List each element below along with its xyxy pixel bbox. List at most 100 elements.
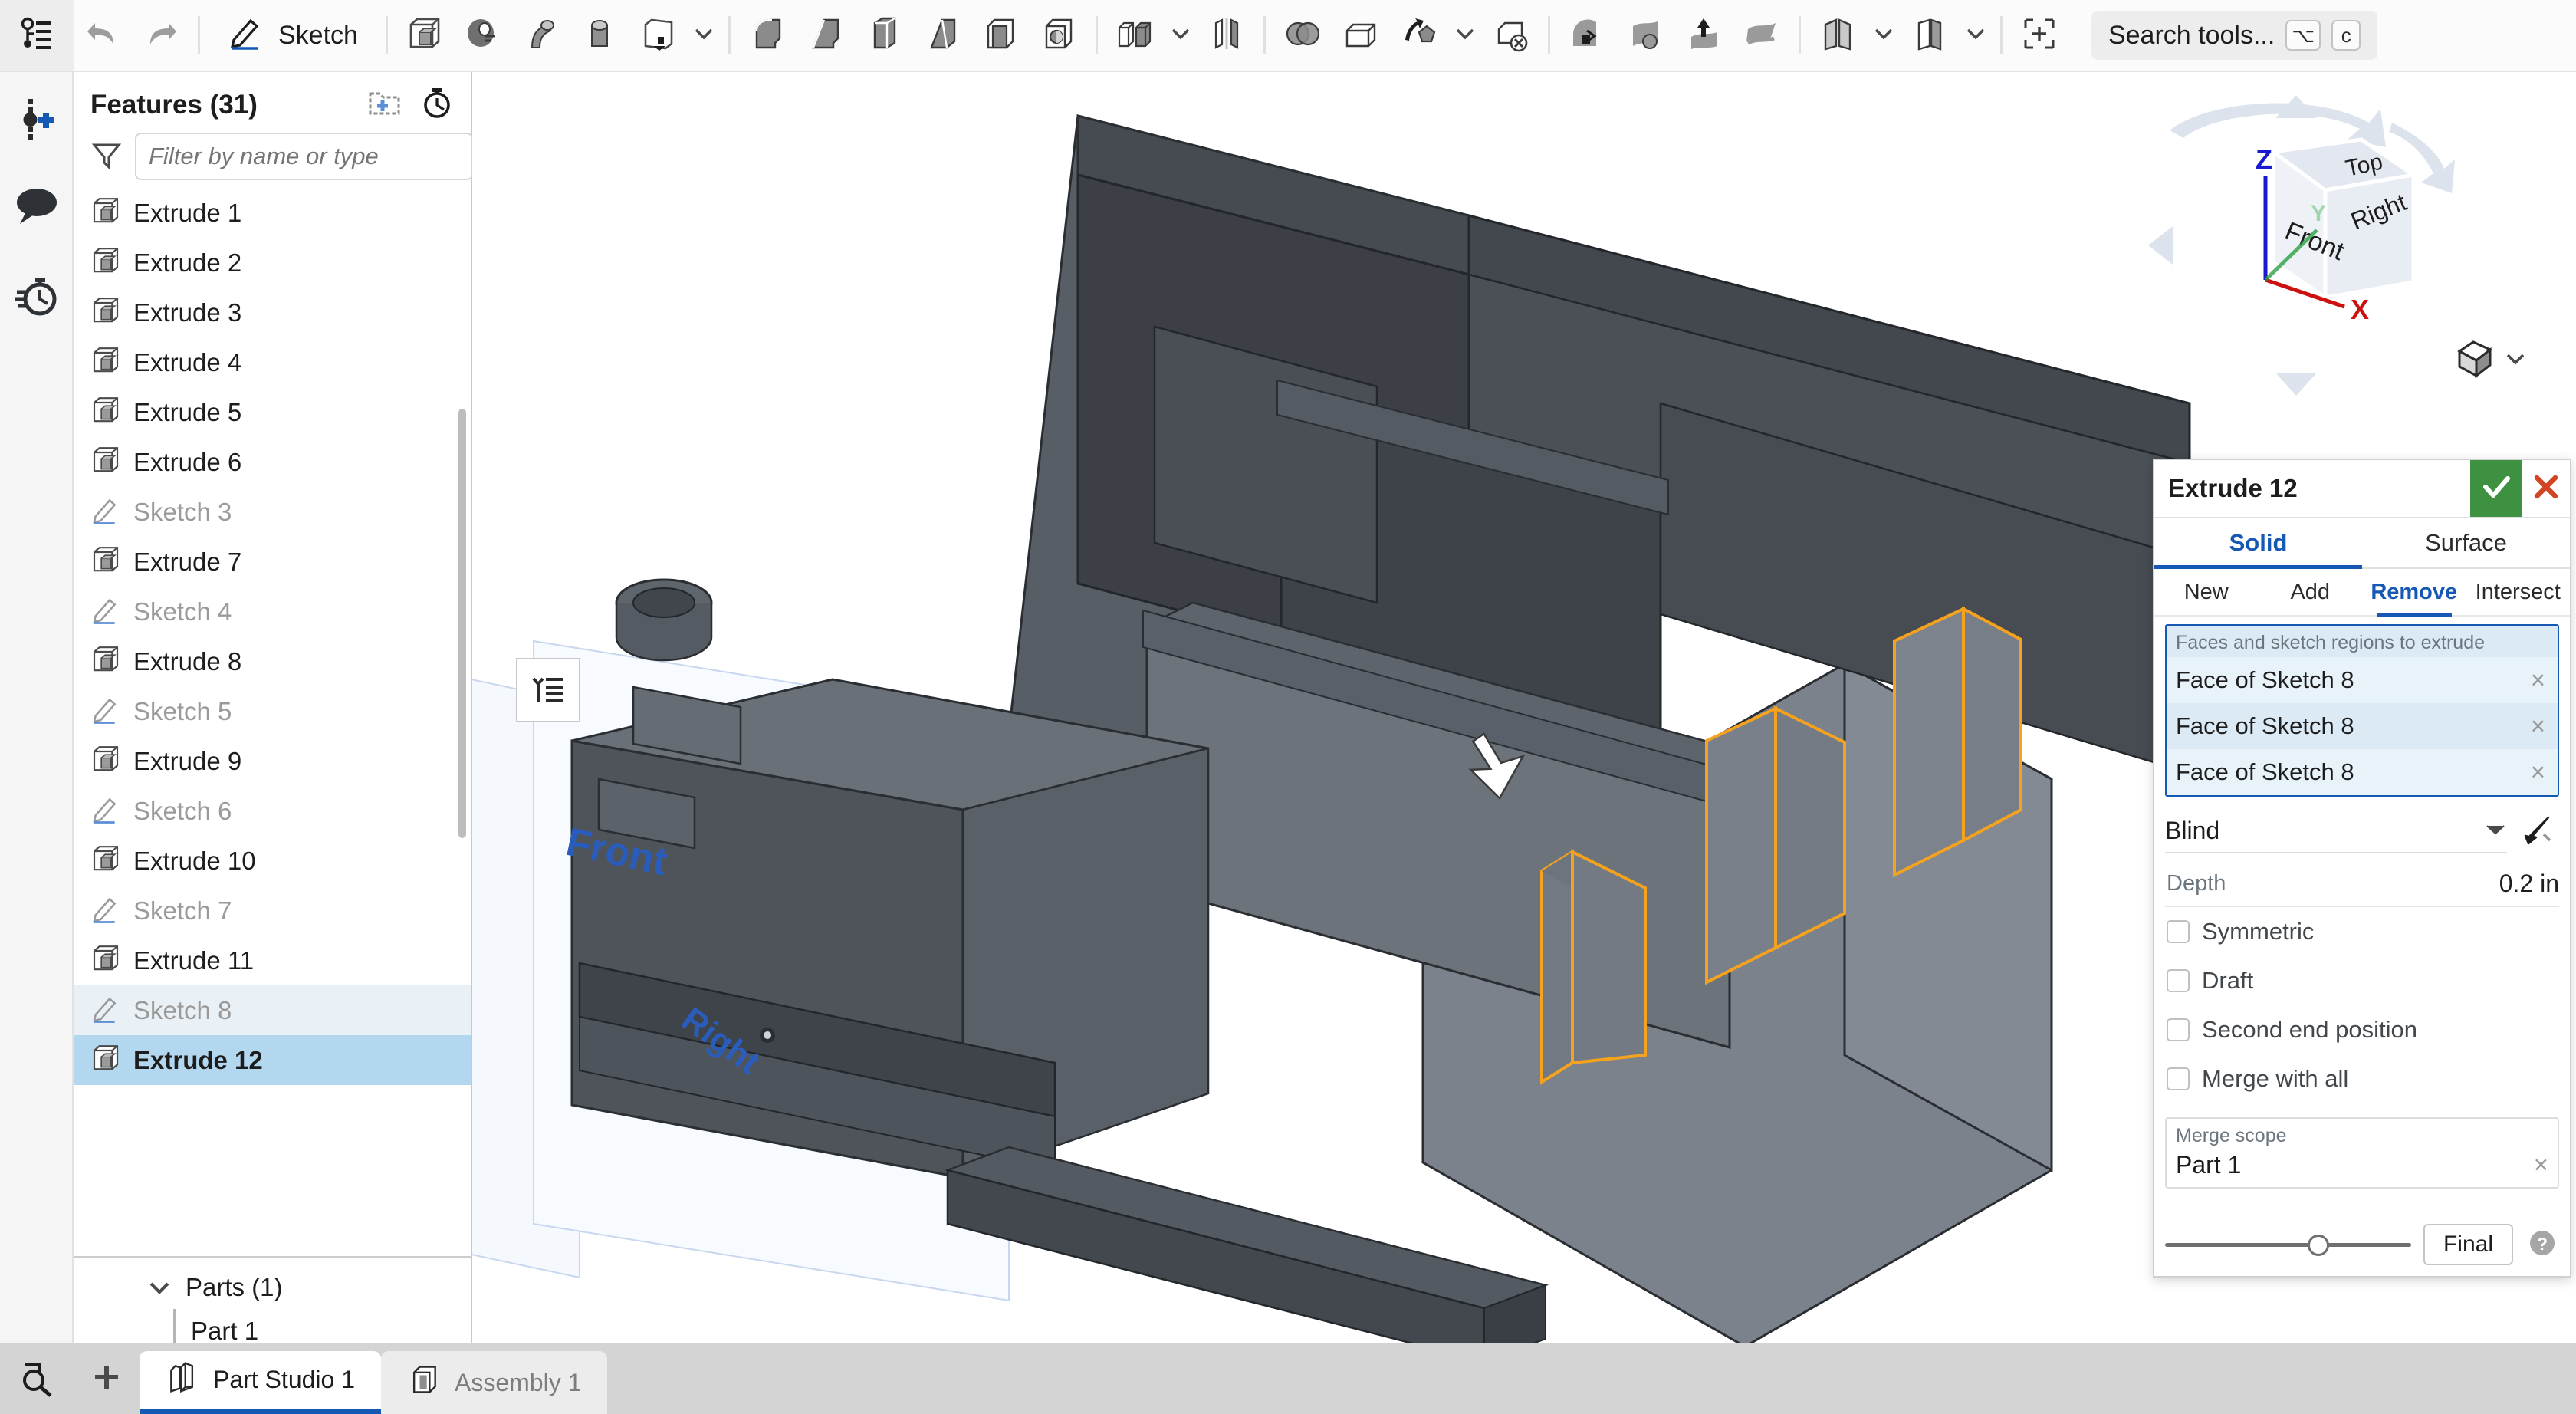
enclose-tool-button[interactable] [1332,0,1390,71]
feature-list-toggle-button[interactable] [0,0,74,71]
feature-item-extrude-7[interactable]: Extrude 7 [74,537,471,587]
subtab-intersect[interactable]: Intersect [2466,569,2571,615]
feature-item-extrude-12[interactable]: Extrude 12 [74,1035,471,1085]
final-button[interactable]: Final [2423,1224,2513,1265]
checkbox-box[interactable] [2167,1018,2190,1041]
selection-box[interactable]: Faces and sketch regions to extrude Face… [2165,624,2559,797]
tab-solid[interactable]: Solid [2154,518,2362,567]
view-cube[interactable]: Top Front Right Z X Y [2139,92,2461,399]
chamfer-tool-button[interactable] [797,0,855,71]
flip-direction-button[interactable] [2516,813,2559,850]
subtab-add[interactable]: Add [2259,569,2363,615]
feature-item-extrude-10[interactable]: Extrude 10 [74,836,471,886]
delete-face-tool-button[interactable] [1482,0,1540,71]
extrude-tool-button[interactable] [396,0,454,71]
transform-dropdown-caret[interactable] [1448,26,1482,45]
split-dropdown-caret[interactable] [1867,26,1901,45]
feature-item-extrude-11[interactable]: Extrude 11 [74,936,471,985]
feature-item-extrude-8[interactable]: Extrude 8 [74,636,471,686]
document-tab-assembly-1[interactable]: Assembly 1 [381,1351,607,1414]
shell-tool-button[interactable] [971,0,1030,71]
end-condition-dropdown[interactable]: Blind [2165,809,2507,853]
parts-section-header[interactable]: Parts (1) [74,1258,471,1308]
checkbox-draft[interactable]: Draft [2165,956,2559,1005]
features-filter-input[interactable] [135,133,473,180]
subtab-remove[interactable]: Remove [2362,569,2466,615]
help-button[interactable]: ? [2525,1228,2559,1262]
redo-button[interactable] [132,0,190,71]
draft-tool-button[interactable] [913,0,971,71]
tab-surface[interactable]: Surface [2362,518,2570,567]
checkbox-box[interactable] [2167,969,2190,992]
dialog-cancel-button[interactable] [2522,460,2570,517]
sweep-tool-button[interactable] [512,0,570,71]
features-list-scrollbar[interactable] [458,409,466,838]
add-tab-button[interactable] [74,1343,140,1414]
selection-item[interactable]: Face of Sketch 8× [2167,703,2558,749]
feature-item-sketch-8[interactable]: Sketch 8 [74,985,471,1035]
replace-face-tool-button[interactable] [1616,0,1674,71]
sidebar-item-history[interactable] [8,270,64,325]
close-x-icon[interactable]: × [2534,1150,2548,1179]
pattern-tool-button[interactable] [1106,0,1164,71]
extend-surface-tool-button[interactable] [1674,0,1733,71]
new-folder-button[interactable] [368,87,402,122]
checkbox-merge-with-all[interactable]: Merge with all [2165,1054,2559,1103]
loft-tool-button[interactable] [570,0,629,71]
feature-item-extrude-5[interactable]: Extrude 5 [74,387,471,437]
features-list[interactable]: Extrude 1Extrude 2Extrude 3Extrude 4Extr… [74,186,471,1248]
feature-item-extrude-9[interactable]: Extrude 9 [74,736,471,786]
feature-item-extrude-2[interactable]: Extrude 2 [74,238,471,288]
search-tools-box[interactable]: Search tools... ⌥ c [2091,11,2377,60]
mirror-tool-button[interactable] [1198,0,1256,71]
fillet-tool-button[interactable] [738,0,797,71]
feature-item-sketch-6[interactable]: Sketch 6 [74,786,471,836]
feature-item-sketch-4[interactable]: Sketch 4 [74,587,471,636]
feature-list-float-button[interactable] [516,658,580,722]
transform-tool-button[interactable] [1390,0,1448,71]
sketch-button[interactable]: Sketch [208,0,378,71]
merge-scope-item[interactable]: Part 1× [2176,1150,2548,1179]
checkbox-box[interactable] [2167,920,2190,943]
pattern-dropdown-caret[interactable] [1164,26,1198,45]
insert-part-tool-button[interactable] [2010,0,2068,71]
feature-item-sketch-5[interactable]: Sketch 5 [74,686,471,736]
depth-field[interactable]: Depth 0.2 in [2165,861,2559,907]
undo-button[interactable] [74,0,132,71]
selection-item[interactable]: Face of Sketch 8× [2167,657,2558,703]
close-x-icon[interactable]: × [2528,666,2548,695]
variable-dropdown-caret[interactable] [1959,26,1993,45]
close-x-icon[interactable]: × [2528,758,2548,787]
split-tool-button[interactable] [1809,0,1867,71]
display-mode-button[interactable] [2453,337,2527,384]
dialog-accept-button[interactable] [2470,460,2522,517]
rib-tool-button[interactable] [855,0,913,71]
sidebar-item-versions[interactable] [8,92,64,147]
selection-item[interactable]: Face of Sketch 8× [2167,749,2558,795]
document-tab-part-studio-1[interactable]: Part Studio 1 [140,1351,381,1414]
feature-item-extrude-6[interactable]: Extrude 6 [74,437,471,487]
subtab-new[interactable]: New [2154,569,2259,615]
rollback-slider[interactable] [2165,1229,2411,1260]
trim-surface-tool-button[interactable] [1733,0,1791,71]
feature-item-extrude-3[interactable]: Extrude 3 [74,288,471,337]
boolean-tool-button[interactable] [1273,0,1332,71]
feature-item-extrude-4[interactable]: Extrude 4 [74,337,471,387]
revolve-tool-button[interactable] [454,0,512,71]
close-x-icon[interactable]: × [2528,712,2548,741]
variable-tool-button[interactable] [1901,0,1959,71]
feature-item-sketch-3[interactable]: Sketch 3 [74,487,471,537]
thicken-dropdown-caret[interactable] [687,26,721,45]
checkbox-box[interactable] [2167,1067,2190,1090]
move-face-tool-button[interactable] [1558,0,1616,71]
merge-scope-box[interactable]: Merge scope Part 1× [2165,1117,2559,1189]
zoom-to-fit-button[interactable] [0,1343,74,1414]
thicken-tool-button[interactable] [629,0,687,71]
checkbox-symmetric[interactable]: Symmetric [2165,907,2559,956]
feature-item-sketch-7[interactable]: Sketch 7 [74,886,471,936]
rollback-button[interactable] [420,86,454,123]
sidebar-item-comments[interactable] [8,181,64,236]
feature-item-extrude-1[interactable]: Extrude 1 [74,188,471,238]
hole-tool-button[interactable] [1030,0,1088,71]
checkbox-second-end-position[interactable]: Second end position [2165,1005,2559,1054]
